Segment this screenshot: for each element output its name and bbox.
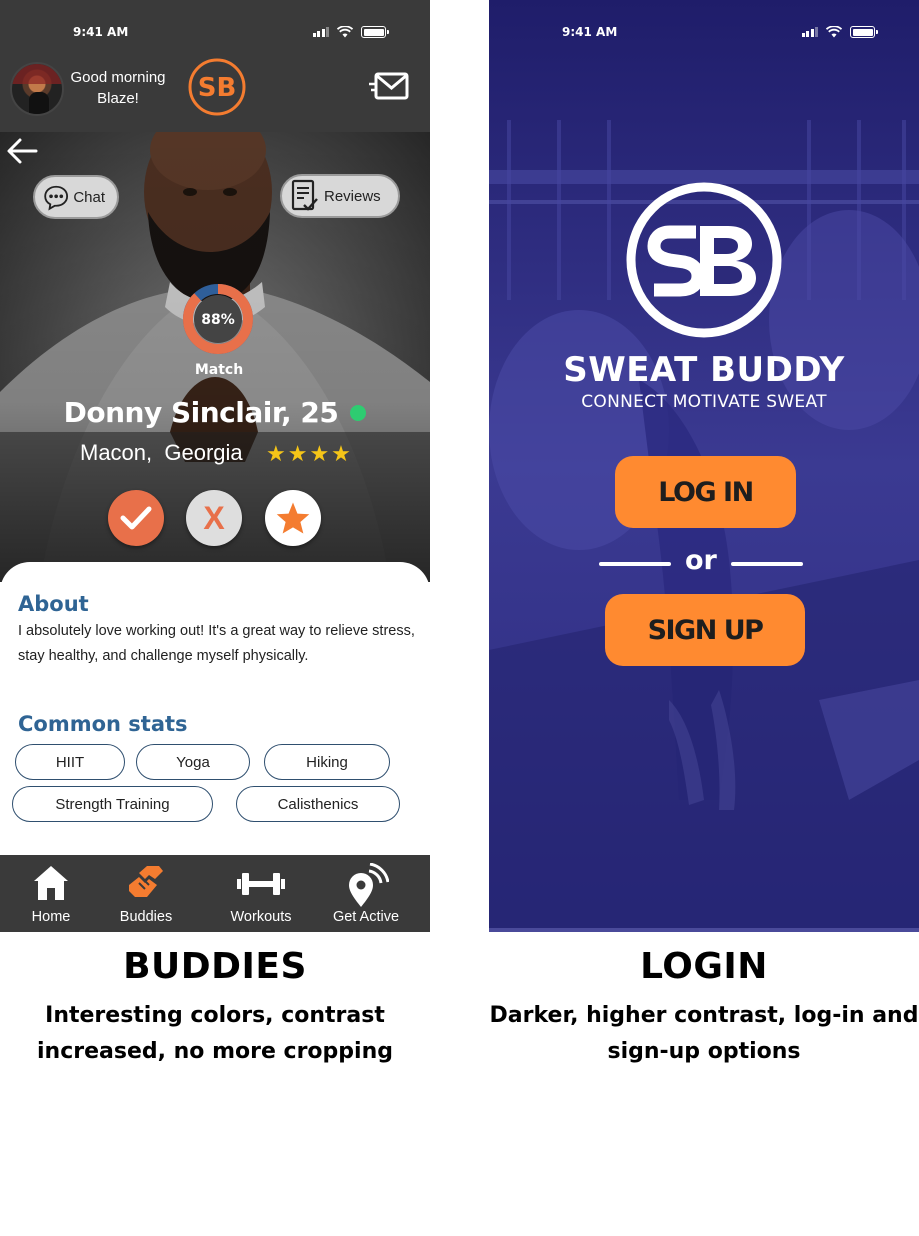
battery-icon — [361, 26, 389, 38]
chat-button[interactable]: Chat — [33, 175, 119, 219]
buddies-icon — [129, 866, 163, 897]
battery-icon — [850, 26, 878, 38]
buddies-caption-subtitle: Interesting colors, contrast increased, … — [37, 1003, 393, 1064]
or-divider-right-line — [731, 562, 803, 566]
user-avatar[interactable] — [10, 62, 64, 116]
status-bar: 9:41 AM — [489, 20, 919, 44]
profile-name-row: Donny Sinclair, 25 — [0, 396, 430, 429]
status-icons — [312, 26, 389, 38]
brand-tagline: CONNECT MOTIVATE SWEAT — [581, 392, 827, 412]
match-percentage-ring: 88% — [183, 284, 253, 354]
nav-workouts-label: Workouts — [230, 909, 292, 925]
about-text: I absolutely love working out! It's a gr… — [18, 623, 415, 664]
reject-x-icon: X — [203, 499, 225, 536]
login-caption-subtitle: Darker, higher contrast, log-in and sign… — [489, 1003, 919, 1064]
nav-get-active-label: Get Active — [332, 909, 400, 925]
chat-button-label: Chat — [73, 188, 105, 206]
match-percent-text: 88% — [201, 312, 235, 328]
signal-icon — [312, 27, 329, 37]
rating-stars: ★★★★ — [266, 442, 353, 467]
dumbbell-icon — [237, 873, 285, 895]
login-caption-title: LOGIN — [640, 946, 768, 987]
nav-workouts[interactable]: Workouts — [226, 855, 296, 932]
top-header: 9:41 AM Good morning Blaze! SB — [0, 0, 430, 132]
sweat-buddy-logo-large — [626, 182, 782, 338]
about-heading: About — [18, 592, 89, 616]
profile-name: Donny Sinclair, 25 — [63, 396, 339, 429]
buddies-screen: 9:41 AM Good morning Blaze! SB Chat Revi… — [0, 0, 430, 932]
nav-buddies[interactable]: Buddies — [112, 855, 180, 932]
common-stats-heading: Common stats — [18, 712, 188, 736]
brand-name: SWEAT BUDDY — [563, 350, 845, 390]
nav-get-active[interactable]: Get Active — [328, 855, 404, 932]
or-divider: or — [599, 545, 803, 581]
nav-home[interactable]: Home — [18, 855, 84, 932]
messages-icon[interactable] — [368, 70, 410, 102]
reviews-button[interactable]: Reviews — [280, 174, 400, 218]
logo-letters: SB — [198, 73, 237, 103]
stat-tag-strength-training[interactable]: Strength Training — [12, 786, 213, 822]
or-text: or — [685, 545, 717, 576]
stat-tag-hiit[interactable]: HIIT — [15, 744, 125, 780]
stat-tag-hiking[interactable]: Hiking — [264, 744, 390, 780]
nav-buddies-label: Buddies — [119, 909, 173, 925]
status-icons — [801, 26, 878, 38]
star-icon — [276, 502, 310, 534]
favorite-buddy-button[interactable] — [265, 490, 321, 546]
reject-buddy-button[interactable]: X — [186, 490, 242, 546]
stat-tag-yoga[interactable]: Yoga — [136, 744, 250, 780]
login-screen: 9:41 AM SWEAT BUDDY CONNECT MOTIVATE SWE… — [489, 0, 919, 932]
wifi-icon — [337, 26, 353, 38]
accept-buddy-button[interactable] — [108, 490, 164, 546]
checkmark-icon — [120, 506, 152, 530]
signup-button[interactable]: SIGN UP — [605, 594, 805, 666]
greeting-text: Good morning Blaze! — [70, 69, 166, 107]
buddies-caption-title: BUDDIES — [123, 946, 307, 987]
wifi-icon — [826, 26, 842, 38]
status-time: 9:41 AM — [73, 25, 129, 39]
location-pin-icon — [349, 863, 389, 907]
bottom-navigation: Home Buddies Workouts Get Active — [0, 855, 430, 932]
chat-bubble-icon — [44, 185, 69, 211]
review-document-icon — [291, 179, 318, 211]
reviews-button-label: Reviews — [324, 187, 381, 205]
back-arrow-icon[interactable] — [6, 137, 40, 165]
signal-icon — [801, 27, 818, 37]
status-time: 9:41 AM — [562, 25, 618, 39]
login-button[interactable]: LOG IN — [615, 456, 796, 528]
sweat-buddy-logo[interactable]: SB — [188, 58, 246, 116]
home-icon — [34, 866, 68, 900]
profile-location: Macon, Georgia — [80, 440, 243, 465]
online-status-indicator — [350, 404, 367, 421]
nav-home-label: Home — [31, 909, 71, 925]
or-divider-left-line — [599, 562, 671, 566]
stat-tag-calisthenics[interactable]: Calisthenics — [236, 786, 400, 822]
match-label: Match — [194, 362, 244, 378]
status-bar: 9:41 AM — [0, 20, 430, 44]
